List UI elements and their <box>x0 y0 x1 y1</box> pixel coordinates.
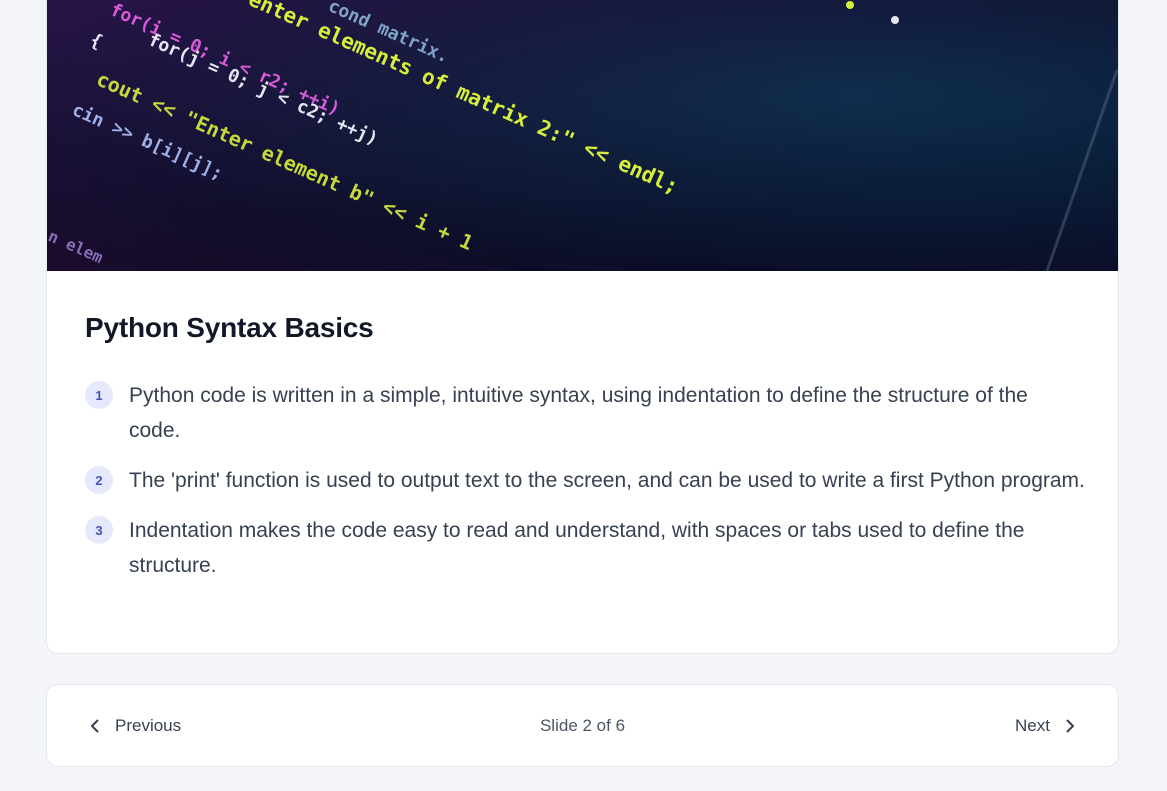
list-item: 1 Python code is written in a simple, in… <box>85 378 1085 448</box>
slide-title: Python Syntax Basics <box>85 312 374 343</box>
list-item-text: Python code is written in a simple, intu… <box>129 384 1028 442</box>
list-item: 3 Indentation makes the code easy to rea… <box>85 513 1085 583</box>
number-badge: 2 <box>85 466 113 494</box>
slide-card: cond matrix. for(i = 0; i < r2; ++i) ent… <box>46 0 1119 654</box>
number-badge: 3 <box>85 516 113 544</box>
hero-code-image: cond matrix. for(i = 0; i < r2; ++i) ent… <box>47 0 1118 271</box>
code-dot <box>846 1 854 9</box>
next-button[interactable]: Next <box>1015 711 1080 741</box>
list-item-text: The 'print' function is used to output t… <box>129 469 1085 492</box>
list-item: 2 The 'print' function is used to output… <box>85 463 1085 498</box>
list-item-text: Indentation makes the code easy to read … <box>129 519 1025 577</box>
slide-navigation: Previous Slide 2 of 6 Next <box>46 684 1119 767</box>
number-badge: 1 <box>85 381 113 409</box>
code-screen-graphic: cond matrix. for(i = 0; i < r2; ++i) ent… <box>47 0 1118 271</box>
code-dot <box>891 16 899 24</box>
slide-content: Python Syntax Basics 1 Python code is wr… <box>85 312 1085 577</box>
next-label: Next <box>1015 716 1050 735</box>
chevron-right-icon <box>1066 719 1074 733</box>
slide-indicator: Slide 2 of 6 <box>539 716 626 735</box>
bullet-list: 1 Python code is written in a simple, in… <box>85 378 1085 598</box>
